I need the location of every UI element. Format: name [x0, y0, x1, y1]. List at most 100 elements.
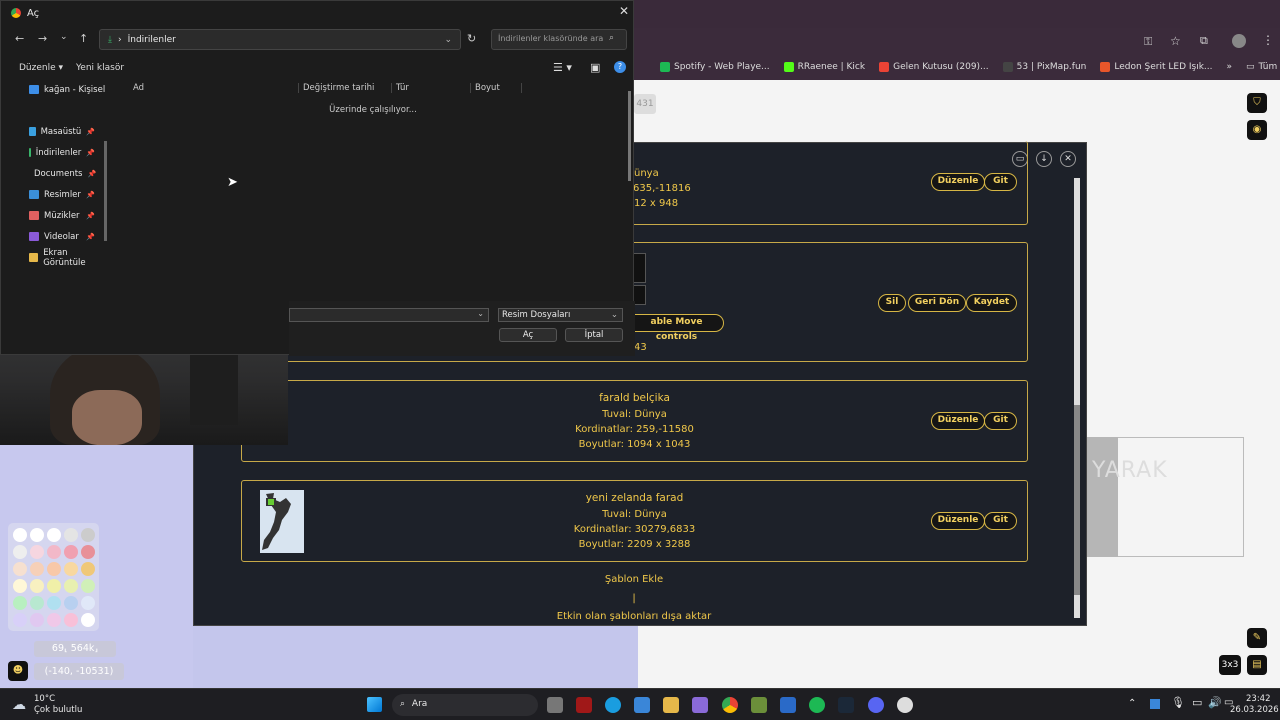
color-swatch[interactable]	[81, 545, 95, 559]
profile-avatar[interactable]	[1232, 34, 1246, 48]
paint-icon[interactable]: ☻	[8, 661, 28, 681]
color-swatch[interactable]	[47, 562, 61, 576]
nav-item[interactable]: Resimler 📌	[1, 184, 107, 205]
color-swatch[interactable]	[13, 613, 27, 627]
shield-icon[interactable]: ⛉	[1247, 93, 1267, 113]
column-type[interactable]: Tür	[391, 83, 409, 93]
color-swatch[interactable]	[81, 613, 95, 627]
bookmark[interactable]: Ledon Şerit LED Işık...	[1100, 62, 1213, 72]
color-swatch[interactable]	[64, 579, 78, 593]
microphone-icon[interactable]: 🎙	[1171, 696, 1185, 709]
color-swatch[interactable]	[30, 528, 44, 542]
cancel-button[interactable]: İptal	[565, 328, 623, 342]
color-swatch[interactable]	[13, 596, 27, 610]
outlook-icon[interactable]	[780, 697, 796, 713]
close-icon[interactable]: ✕	[1060, 151, 1076, 167]
color-swatch[interactable]	[47, 596, 61, 610]
color-swatch[interactable]	[13, 528, 27, 542]
color-swatch[interactable]	[13, 579, 27, 593]
search-icon[interactable]: ⌕	[609, 33, 614, 43]
new-folder-button[interactable]: Yeni klasör	[76, 63, 124, 73]
up-icon[interactable]: ↑	[79, 32, 88, 45]
chrome-icon[interactable]	[722, 697, 738, 713]
forward-icon[interactable]: →	[38, 32, 47, 45]
nav-item[interactable]: kağan - Kişisel	[1, 79, 107, 100]
breadcrumb[interactable]: İndirilenler	[128, 35, 176, 45]
column-size[interactable]: Boyut	[470, 83, 522, 93]
color-swatch[interactable]	[64, 562, 78, 576]
pencil-icon[interactable]: ✎	[1247, 628, 1267, 648]
pin-icon[interactable]: ◉	[1247, 120, 1267, 140]
menu-icon[interactable]: ⋮	[1262, 33, 1274, 47]
volume-icon[interactable]: 🔊	[1208, 696, 1222, 709]
copilot-icon[interactable]	[692, 697, 708, 713]
nav-item[interactable]: Müzikler 📌	[1, 205, 107, 226]
color-swatch[interactable]	[30, 613, 44, 627]
scrollbar-thumb[interactable]	[1074, 405, 1080, 595]
start-icon[interactable]	[367, 697, 382, 712]
app-icon[interactable]	[576, 697, 592, 713]
bookmark[interactable]: RRaenee | Kick	[783, 62, 865, 72]
refresh-icon[interactable]: ↻	[467, 32, 476, 45]
weather-temperature[interactable]: 10°C	[34, 694, 55, 704]
view-icon[interactable]: ☰ ▾	[553, 61, 572, 74]
chevron-down-icon[interactable]: ⌄	[60, 32, 68, 42]
back-icon[interactable]: ←	[15, 32, 24, 45]
delete-button[interactable]: Sil	[878, 294, 906, 312]
nav-item[interactable]: Documents 📌	[1, 163, 107, 184]
help-icon[interactable]: ?	[614, 61, 626, 73]
network-icon[interactable]: ▭	[1192, 696, 1202, 709]
folder-icon[interactable]	[663, 697, 679, 713]
bookmark[interactable]: Gelen Kutusu (209)...	[879, 62, 989, 72]
steam-icon[interactable]	[838, 697, 854, 713]
filename-input[interactable]: ⌄	[289, 308, 489, 322]
chat-icon[interactable]: ▤	[1247, 655, 1267, 675]
bookmark[interactable]: Spotify - Web Playe...	[660, 62, 770, 72]
color-swatch[interactable]	[64, 545, 78, 559]
github-icon[interactable]	[897, 697, 913, 713]
weather-condition[interactable]: Çok bulutlu	[34, 705, 82, 715]
color-swatch[interactable]	[30, 596, 44, 610]
color-swatch[interactable]	[30, 562, 44, 576]
map-area[interactable]	[193, 626, 638, 688]
star-icon[interactable]: ☆	[1170, 34, 1181, 48]
chevron-up-icon[interactable]: ⌃	[1128, 698, 1136, 709]
search-input[interactable]: İndirilenler klasöründe ara	[491, 29, 627, 50]
nav-item[interactable]: İndirilenler 📌	[1, 142, 107, 163]
chevron-down-icon[interactable]: ⌄	[477, 309, 484, 318]
color-swatch[interactable]	[64, 613, 78, 627]
extensions-icon[interactable]: ⧉	[1200, 34, 1208, 48]
go-button[interactable]: Git	[984, 412, 1017, 430]
clock-date[interactable]: 26.03.2026	[1230, 705, 1279, 715]
minecraft-icon[interactable]	[751, 697, 767, 713]
add-template-link[interactable]: Şablon Ekle	[194, 574, 1074, 585]
discord-icon[interactable]	[868, 697, 884, 713]
spotify-icon[interactable]	[809, 697, 825, 713]
nav-scrollbar[interactable]	[104, 141, 107, 241]
preview-pane-icon[interactable]: ▣	[590, 61, 600, 74]
color-swatch[interactable]	[64, 528, 78, 542]
column-name[interactable]: Ad	[133, 83, 144, 93]
more-bookmarks-button[interactable]: »	[1227, 62, 1233, 72]
go-button[interactable]: Git	[984, 173, 1017, 191]
color-swatch[interactable]	[13, 545, 27, 559]
all-bookmarks[interactable]: ▭Tüm Yer İşaretleri	[1246, 62, 1280, 72]
grid-size-button[interactable]: 3x3	[1219, 655, 1241, 675]
color-swatch[interactable]	[81, 596, 95, 610]
color-swatch[interactable]	[47, 528, 61, 542]
color-swatch[interactable]	[47, 579, 61, 593]
taskbar-search[interactable]: ⌕ Ara	[392, 694, 538, 716]
color-swatch[interactable]	[81, 562, 95, 576]
file-type-select[interactable]: Resim Dosyaları ⌄	[498, 308, 623, 322]
color-swatch[interactable]	[30, 545, 44, 559]
export-templates-link[interactable]: Etkin olan şablonları dışa aktar	[194, 611, 1074, 622]
color-swatch[interactable]	[64, 596, 78, 610]
color-swatch[interactable]	[47, 613, 61, 627]
go-button[interactable]: Git	[984, 512, 1017, 530]
download-icon[interactable]: ↓	[1036, 151, 1052, 167]
open-button[interactable]: Aç	[499, 328, 557, 342]
color-swatch[interactable]	[81, 579, 95, 593]
bookmark[interactable]: 53 | PixMap.fun	[1002, 62, 1086, 72]
key-icon[interactable]: ⚿	[1144, 35, 1152, 49]
column-date[interactable]: Değiştirme tarihi	[298, 83, 374, 93]
